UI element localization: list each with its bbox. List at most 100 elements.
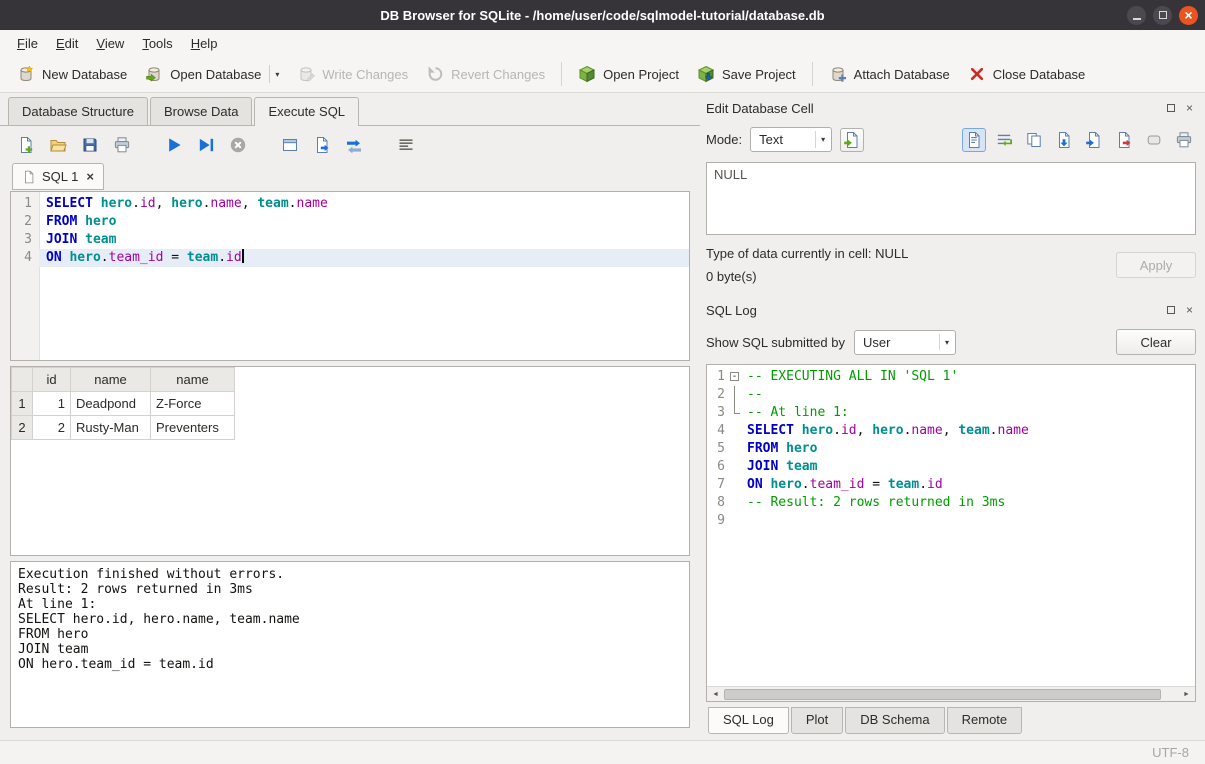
scroll-right-icon[interactable]: ► xyxy=(1179,688,1194,701)
new-window-button[interactable] xyxy=(278,133,302,157)
log-filter-select[interactable]: User ▾ xyxy=(854,330,956,355)
table-cell[interactable]: Deadpond xyxy=(71,392,151,416)
mode-value: Text xyxy=(759,132,783,147)
table-cell[interactable]: 2 xyxy=(33,416,71,440)
table-cell[interactable]: 1 xyxy=(33,392,71,416)
sql-log-panel: 1--- EXECUTING ALL IN 'SQL 1'2--3-- At l… xyxy=(706,364,1196,702)
line-number: 4 xyxy=(11,249,39,267)
print-cell-button[interactable] xyxy=(1172,128,1196,152)
find-replace-button[interactable] xyxy=(342,133,366,157)
copy-cell-button[interactable] xyxy=(1022,128,1046,152)
execute-line-button[interactable] xyxy=(194,133,218,157)
set-null-icon xyxy=(1145,131,1163,149)
titlebar[interactable]: DB Browser for SQLite - /home/user/code/… xyxy=(0,0,1205,30)
float-icon xyxy=(1167,306,1175,314)
import-file-button[interactable] xyxy=(840,128,864,152)
sql-log-view[interactable]: 1--- EXECUTING ALL IN 'SQL 1'2--3-- At l… xyxy=(707,365,1195,686)
left-pane: Database StructureBrowse DataExecute SQL… xyxy=(0,93,700,740)
print-button[interactable] xyxy=(110,133,134,157)
menu-edit[interactable]: Edit xyxy=(47,32,87,55)
new-database-button[interactable]: New Database xyxy=(8,60,136,88)
float-panel-button[interactable] xyxy=(1164,304,1177,317)
menu-file[interactable]: File xyxy=(8,32,47,55)
toolbar-separator xyxy=(561,62,562,86)
menu-tools[interactable]: Tools xyxy=(133,32,181,55)
close-database-button[interactable]: Close Database xyxy=(959,60,1095,88)
chevron-down-icon[interactable]: ▾ xyxy=(269,65,279,83)
tab-execute-sql[interactable]: Execute SQL xyxy=(254,97,359,126)
maximize-button[interactable] xyxy=(1153,6,1172,25)
open-file-button[interactable] xyxy=(46,133,70,157)
filter-label: Show SQL submitted by xyxy=(706,335,845,350)
toolbar-separator xyxy=(812,62,813,86)
float-panel-button[interactable] xyxy=(1164,102,1177,115)
close-panel-button[interactable]: × xyxy=(1183,304,1196,317)
tab-db-schema[interactable]: DB Schema xyxy=(845,707,944,734)
line-number: 7 xyxy=(707,476,727,494)
tab-database-structure[interactable]: Database Structure xyxy=(8,97,148,125)
wrap-lines-button[interactable] xyxy=(992,128,1016,152)
table-cell[interactable]: Preventers xyxy=(151,416,235,440)
sql-file-icon xyxy=(22,170,36,184)
horizontal-scrollbar[interactable]: ◄ ► xyxy=(707,686,1195,701)
tab-sql-log[interactable]: SQL Log xyxy=(708,707,789,734)
sql-editor[interactable]: 1SELECT hero.id, hero.name, team.name2FR… xyxy=(10,191,690,361)
row-number[interactable]: 1 xyxy=(12,392,33,416)
open-project-button[interactable]: Open Project xyxy=(569,60,688,88)
code-text: FROM hero xyxy=(39,213,689,231)
dock-buttons: × xyxy=(1164,304,1196,317)
open-database-button[interactable]: Open Database ▾ xyxy=(136,60,288,88)
close-tab-icon[interactable]: × xyxy=(86,170,94,183)
tab-plot[interactable]: Plot xyxy=(791,707,843,734)
execute-all-button[interactable] xyxy=(162,133,186,157)
table-cell[interactable]: Z-Force xyxy=(151,392,235,416)
format-button[interactable] xyxy=(394,133,418,157)
menu-help[interactable]: Help xyxy=(182,32,227,55)
clear-log-button[interactable]: Clear xyxy=(1116,329,1196,355)
toolbar-button-label: Open Database xyxy=(170,67,261,82)
minimize-button[interactable] xyxy=(1127,6,1146,25)
execute-all-icon xyxy=(165,136,183,154)
export-cell-button[interactable] xyxy=(1112,128,1136,152)
menu-view[interactable]: View xyxy=(87,32,133,55)
line-number: 4 xyxy=(707,422,727,440)
close-panel-button[interactable]: × xyxy=(1183,102,1196,115)
log-filter-row: Show SQL submitted by User ▾ Clear xyxy=(706,329,1196,355)
column-header[interactable]: name xyxy=(151,368,235,392)
tab-browse-data[interactable]: Browse Data xyxy=(150,97,252,125)
apply-button: Apply xyxy=(1116,252,1196,278)
attach-database-button[interactable]: Attach Database xyxy=(820,60,959,88)
corner-cell[interactable] xyxy=(12,368,33,392)
column-header[interactable]: id xyxy=(33,368,71,392)
export-button[interactable] xyxy=(310,133,334,157)
code-line: 5FROM hero xyxy=(707,440,1195,458)
edit-cell-header: Edit Database Cell × xyxy=(706,98,1196,118)
line-number: 6 xyxy=(707,458,727,476)
close-window-button[interactable]: × xyxy=(1179,6,1198,25)
scrollbar-thumb[interactable] xyxy=(724,689,1161,700)
open-tab-button[interactable] xyxy=(14,133,38,157)
tab-sql-1[interactable]: SQL 1 × xyxy=(12,163,104,190)
cell-value-editor[interactable]: NULL xyxy=(706,162,1196,235)
code-text: FROM hero xyxy=(743,440,1195,458)
tab-remote[interactable]: Remote xyxy=(947,707,1023,734)
scroll-left-icon[interactable]: ◄ xyxy=(708,688,723,701)
table-cell[interactable]: Rusty-Man xyxy=(71,416,151,440)
cell-mode-row: Mode: Text ▾ xyxy=(706,127,1196,152)
text-mode-button[interactable] xyxy=(962,128,986,152)
mode-select[interactable]: Text ▾ xyxy=(750,127,832,152)
close-database-icon xyxy=(968,65,986,83)
column-header[interactable]: name xyxy=(71,368,151,392)
save-project-button[interactable]: Save Project xyxy=(688,60,805,88)
set-null-button[interactable] xyxy=(1142,128,1166,152)
save-cell-button[interactable] xyxy=(1052,128,1076,152)
minimize-icon xyxy=(1133,18,1141,20)
fold-toggle-icon[interactable]: - xyxy=(727,368,743,386)
code-text: -- EXECUTING ALL IN 'SQL 1' xyxy=(743,368,1195,386)
code-line: 7ON hero.team_id = team.id xyxy=(707,476,1195,494)
save-file-button[interactable] xyxy=(78,133,102,157)
import-cell-button[interactable] xyxy=(1082,128,1106,152)
code-line: 3-- At line 1: xyxy=(707,404,1195,422)
row-number[interactable]: 2 xyxy=(12,416,33,440)
line-number: 2 xyxy=(11,213,39,231)
